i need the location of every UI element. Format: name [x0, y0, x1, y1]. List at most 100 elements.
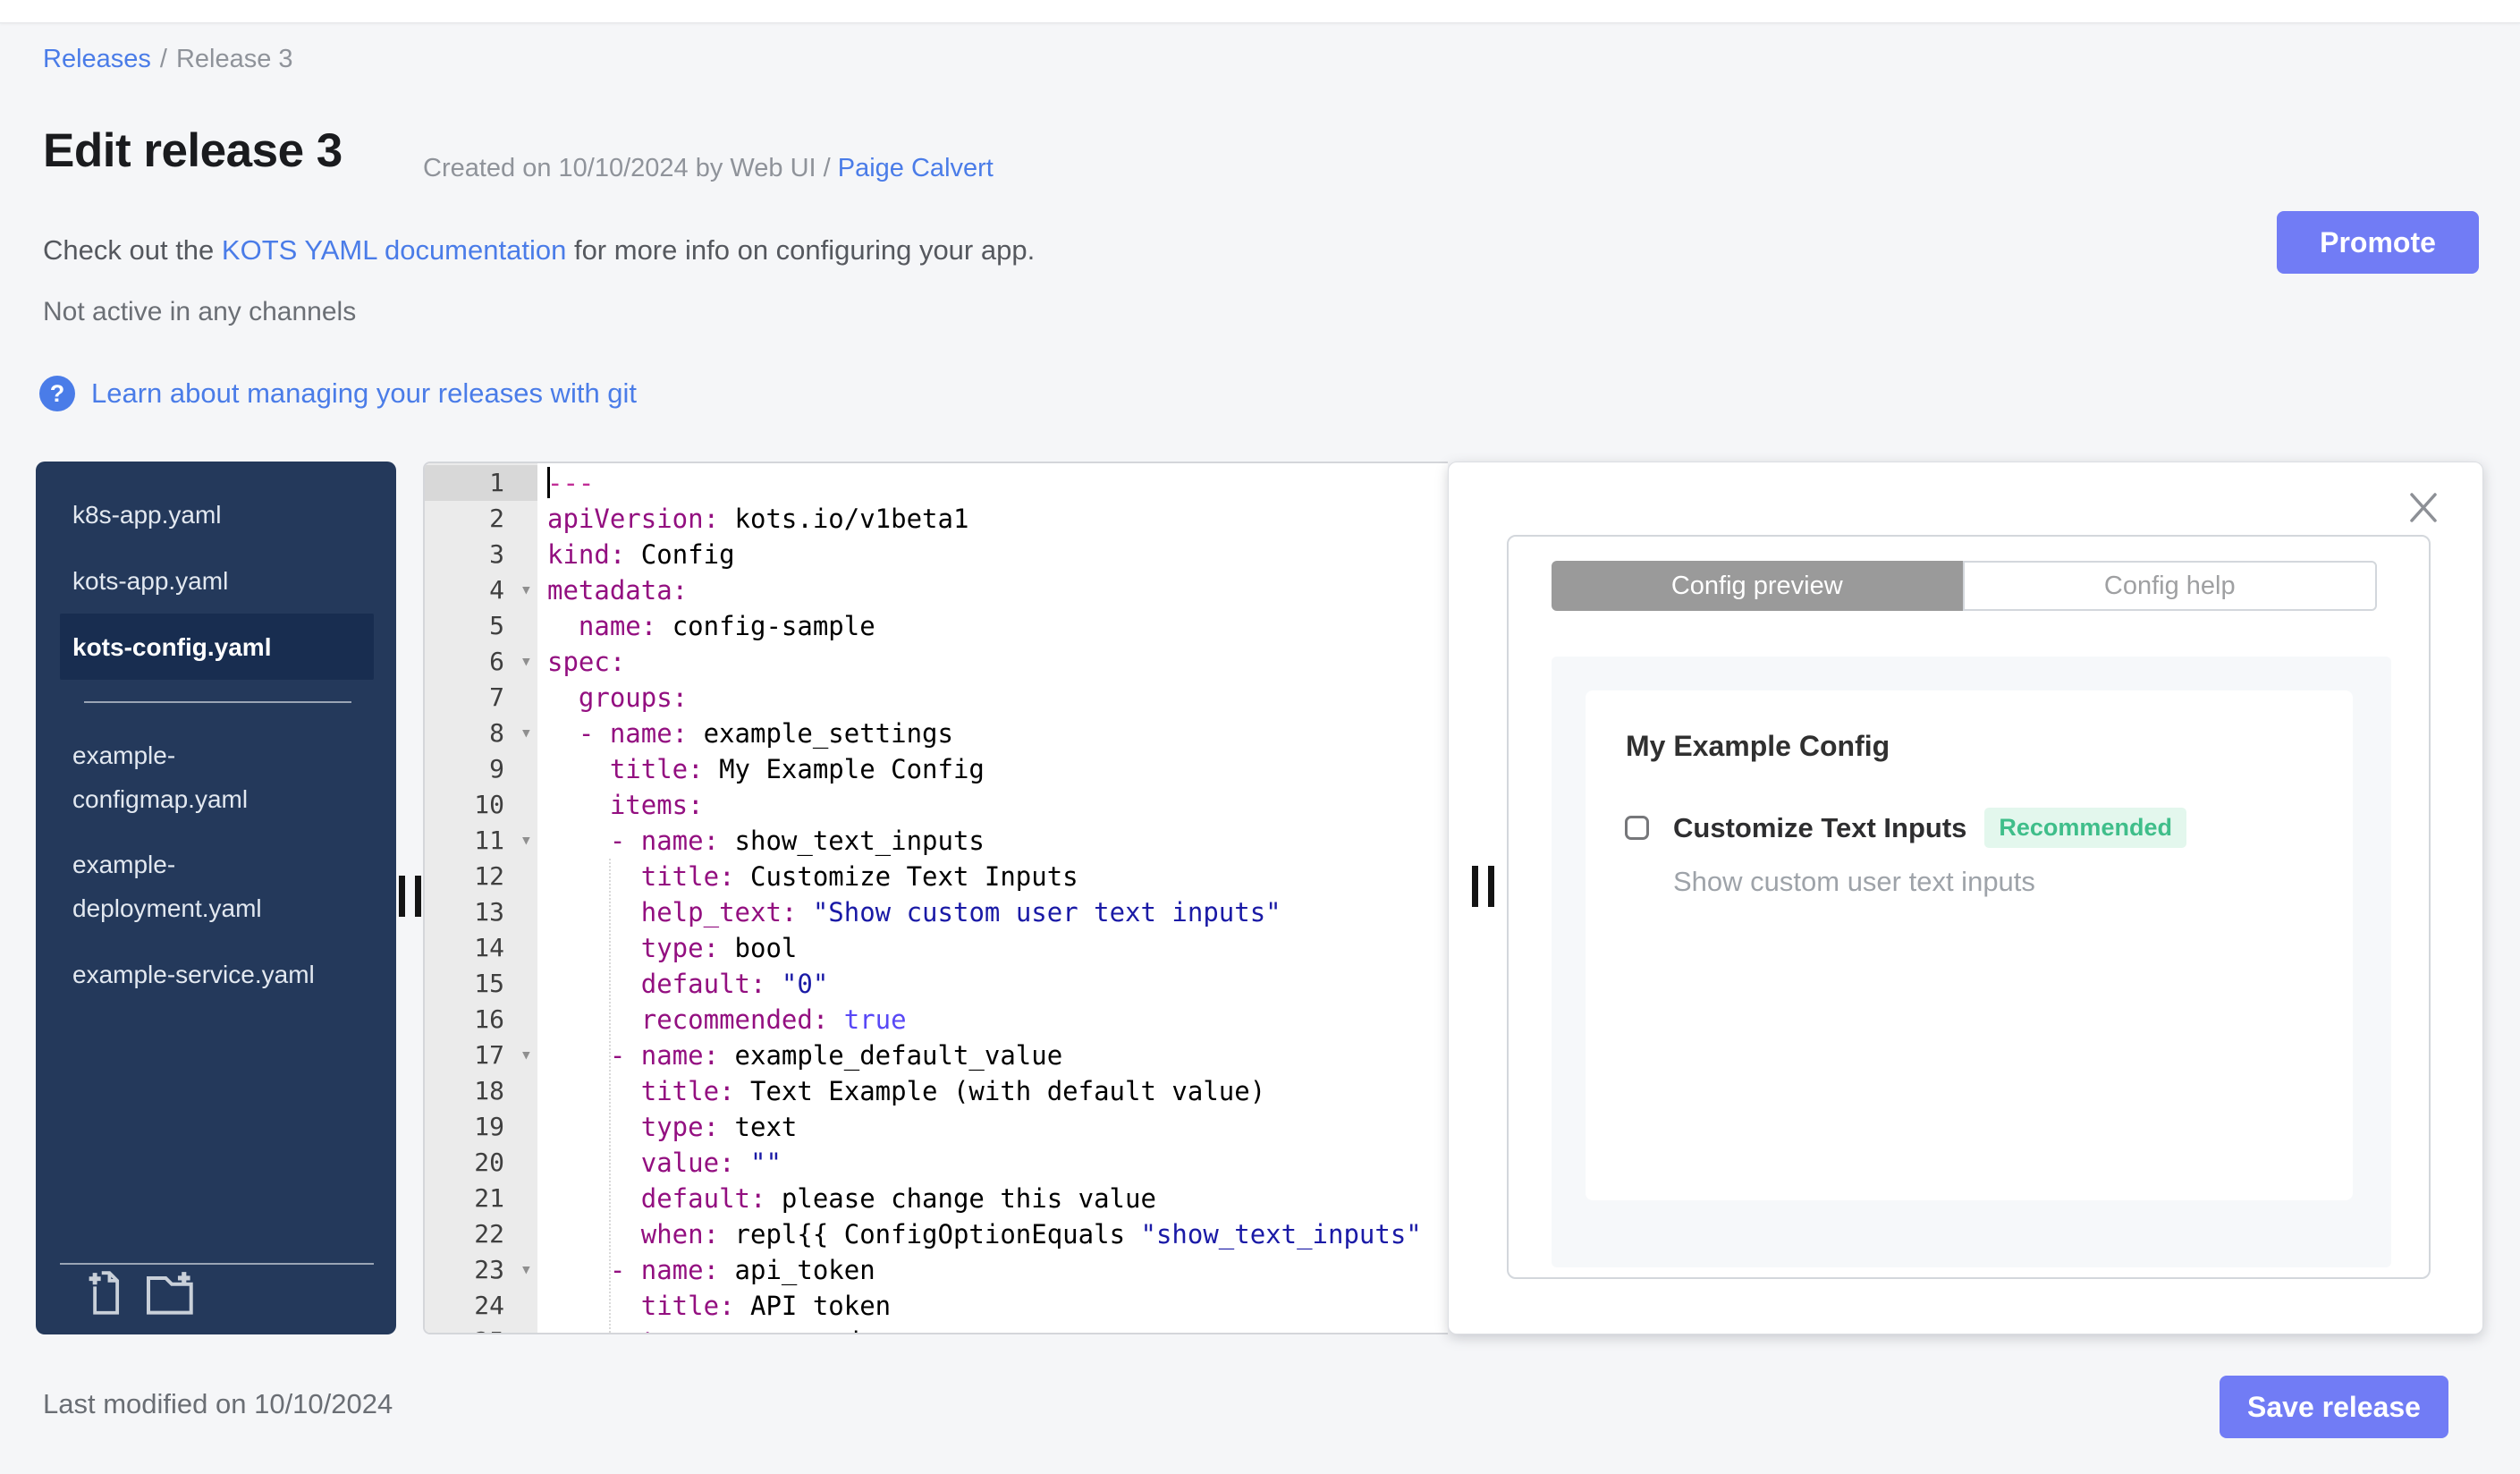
code-line[interactable]: 19 type: text — [425, 1109, 1448, 1145]
code-text: help_text: "Show custom user text inputs… — [640, 897, 1281, 928]
chevron-down-icon[interactable]: ▾ — [520, 716, 532, 751]
promote-button[interactable]: Promote — [2277, 211, 2479, 274]
top-chrome-strip — [0, 0, 2520, 23]
file-name-text: example- — [72, 741, 176, 769]
save-release-button[interactable]: Save release — [2220, 1376, 2448, 1438]
chevron-down-icon[interactable]: ▾ — [520, 1252, 532, 1288]
line-number: 18 — [474, 1076, 504, 1106]
sidebar-item-kots-config-yaml[interactable]: kots-config.yaml — [60, 614, 374, 680]
code-text: type: password — [537, 1324, 859, 1333]
folder-plus-icon[interactable] — [144, 1271, 198, 1320]
sidebar-divider — [84, 701, 351, 703]
code-text: metadata: — [547, 575, 689, 606]
git-help-link[interactable]: Learn about managing your releases with … — [91, 377, 637, 410]
code-line[interactable]: 20 value: "" — [425, 1145, 1448, 1181]
code-line[interactable]: 5 name: config-sample — [425, 608, 1448, 644]
chevron-down-icon[interactable]: ▾ — [520, 823, 532, 859]
code-text: title: My Example Config — [609, 754, 985, 784]
file-name-text: example- — [72, 851, 176, 878]
file-name-text: kots-config.yaml — [72, 632, 272, 661]
code-line[interactable]: 2 apiVersion: kots.io/v1beta1 — [425, 501, 1448, 537]
code-text: name: config-sample — [578, 611, 875, 641]
config-item-label: Customize Text Inputs — [1673, 811, 1967, 843]
yaml-editor[interactable]: 1 --- 2 apiVersion: kots.io/v1beta1 3 kind: C… — [423, 462, 1448, 1334]
sidebar-item-example-deployment-yaml[interactable]: example-deployment.yaml — [60, 832, 374, 941]
line-number: 6 ▾ — [425, 644, 537, 680]
tab-config-preview[interactable]: Config preview — [1552, 561, 1963, 611]
breadcrumb: Releases / Release 3 — [43, 45, 293, 74]
sidebar-item-k8s-app-yaml[interactable]: k8s-app.yaml — [60, 481, 374, 547]
code-line[interactable]: 14 type: bool — [425, 930, 1448, 966]
file-tree-sidebar: k8s-app.yaml kots-app.yaml kots-config.yam… — [36, 462, 396, 1334]
code-line[interactable]: 6 ▾ spec: — [425, 644, 1448, 680]
code-line[interactable]: 25 type: password — [425, 1324, 1448, 1333]
config-form-card: My Example Config Customize Text Inputs … — [1586, 690, 2353, 1200]
line-number: 7 — [489, 682, 504, 712]
tab-config-help[interactable]: Config help — [1962, 561, 2377, 611]
code-text: default: please change this value — [640, 1183, 1156, 1214]
code-line[interactable]: 13 help_text: "Show custom user text inp… — [425, 894, 1448, 930]
file-plus-icon[interactable] — [85, 1271, 124, 1320]
handle-bar — [415, 876, 421, 917]
code-line[interactable]: 24 title: API token — [425, 1288, 1448, 1324]
code-line[interactable]: 17 ▾ - name: example_default_value — [425, 1038, 1448, 1073]
line-number: 15 — [474, 969, 504, 998]
code-line[interactable]: 9 title: My Example Config — [425, 751, 1448, 787]
file-name-text: deployment.yaml — [72, 894, 262, 922]
line-number: 10 — [474, 790, 504, 819]
code-text: - name: api_token — [609, 1255, 875, 1285]
file-name-text: k8s-app.yaml — [72, 500, 222, 529]
code-line[interactable]: 3 kind: Config — [425, 537, 1448, 572]
code-line[interactable]: 15 default: "0" — [425, 966, 1448, 1002]
chevron-down-icon[interactable]: ▾ — [520, 644, 532, 680]
code-text: recommended: true — [640, 1004, 907, 1035]
sidebar-file-list: k8s-app.yaml kots-app.yaml kots-config.yam… — [36, 462, 396, 1007]
code-text: --- — [547, 468, 595, 498]
code-line[interactable]: 12 title: Customize Text Inputs — [425, 859, 1448, 894]
line-number: 2 — [489, 504, 504, 533]
code-text: value: "" — [640, 1148, 782, 1178]
code-line[interactable]: 11 ▾ - name: show_text_inputs — [425, 823, 1448, 859]
sidebar-editor-resize-handle[interactable] — [399, 876, 421, 917]
code-line[interactable]: 4 ▾ metadata: — [425, 572, 1448, 608]
line-number: 25 — [425, 1324, 537, 1333]
code-text: spec: — [547, 647, 626, 677]
handle-bar — [399, 876, 405, 917]
sidebar-file-group-secondary: example-configmap.yaml example-deployment… — [60, 723, 374, 1007]
line-number: 5 — [489, 611, 504, 640]
config-preview-area: My Example Config Customize Text Inputs … — [1552, 657, 2391, 1267]
breadcrumb-separator: / — [159, 45, 167, 73]
code-line[interactable]: 18 title: Text Example (with default val… — [425, 1073, 1448, 1109]
line-number: 13 — [474, 897, 504, 927]
chevron-down-icon[interactable]: ▾ — [520, 572, 532, 608]
editor-preview-resize-handle[interactable] — [1472, 866, 1494, 907]
code-line[interactable]: 16 recommended: true — [425, 1002, 1448, 1038]
sidebar-item-kots-app-yaml[interactable]: kots-app.yaml — [60, 547, 374, 614]
code-line[interactable]: 1 --- — [425, 465, 1448, 501]
code-text: type: text — [640, 1112, 798, 1142]
line-number: 19 — [474, 1112, 504, 1141]
config-group-title: My Example Config — [1626, 730, 1890, 762]
close-icon[interactable] — [2404, 487, 2443, 527]
created-line: Created on 10/10/2024 by Web UI / Paige … — [423, 154, 994, 183]
customize-text-inputs-checkbox[interactable] — [1625, 816, 1649, 840]
sidebar-actions — [85, 1271, 198, 1320]
code-line[interactable]: 7 groups: — [425, 680, 1448, 716]
line-number: 9 — [489, 754, 504, 784]
line-number: 24 — [474, 1291, 504, 1320]
code-line[interactable]: 8 ▾ - name: example_settings — [425, 716, 1448, 751]
code-text: default: "0" — [640, 969, 829, 999]
chevron-down-icon[interactable]: ▾ — [520, 1038, 532, 1073]
line-number: 12 — [474, 861, 504, 891]
code-line[interactable]: 10 items: — [425, 787, 1448, 823]
sidebar-item-example-configmap-yaml[interactable]: example-configmap.yaml — [60, 723, 374, 832]
created-author-link[interactable]: Paige Calvert — [838, 154, 994, 182]
code-line[interactable]: 22 when: repl{{ ConfigOptionEquals "show… — [425, 1216, 1448, 1252]
line-number: 4 ▾ — [425, 572, 537, 608]
line-number: 21 — [474, 1183, 504, 1213]
sidebar-item-example-service-yaml[interactable]: example-service.yaml — [60, 941, 374, 1007]
kots-doc-link[interactable]: KOTS YAML documentation — [222, 234, 566, 266]
breadcrumb-releases-link[interactable]: Releases — [43, 45, 151, 73]
code-line[interactable]: 21 default: please change this value — [425, 1181, 1448, 1216]
code-line[interactable]: 23 ▾ - name: api_token — [425, 1252, 1448, 1288]
